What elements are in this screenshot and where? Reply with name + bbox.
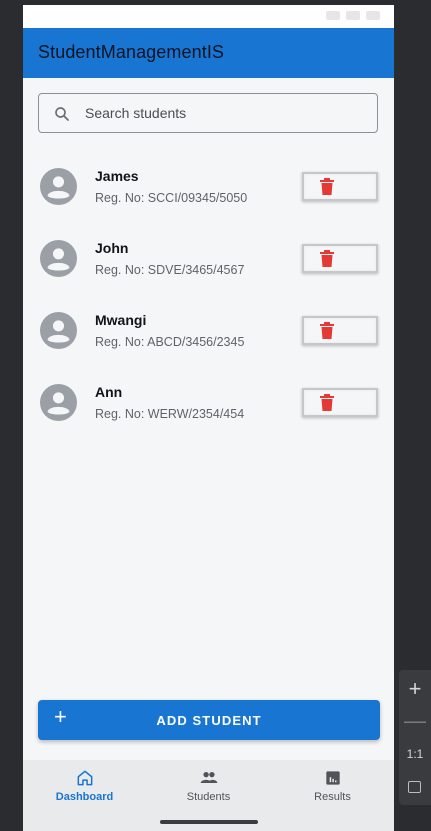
fit-screen-icon[interactable] [408, 781, 421, 793]
student-name: James [95, 168, 139, 184]
status-bar: 11:56 [23, 5, 394, 28]
phone-screen: 11:56 StudentManagementIS James Reg. No:… [23, 5, 394, 831]
student-name: Ann [95, 384, 123, 400]
status-time: 11:56 [37, 10, 64, 22]
nav-label-dashboard: Dashboard [55, 791, 114, 803]
add-student-button[interactable]: + ADD STUDENT [38, 700, 380, 740]
avatar-icon [40, 240, 77, 277]
zoom-ratio[interactable]: 1:1 [399, 747, 431, 761]
trash-icon [320, 394, 334, 411]
wifi-icon [346, 11, 360, 20]
zoom-out-button[interactable]: — [399, 708, 431, 734]
nav-item-results[interactable]: Results [271, 760, 394, 816]
student-name: John [95, 240, 129, 256]
chart-icon [326, 771, 340, 785]
student-reg-no: Reg. No: SCCI/09345/5050 [95, 191, 248, 205]
app-title: StudentManagementIS [38, 42, 225, 62]
add-student-label: ADD STUDENT [156, 713, 262, 728]
search-icon [55, 107, 69, 121]
nav-label-students: Students [186, 791, 231, 803]
app-bar: StudentManagementIS [23, 28, 394, 78]
trash-icon [320, 178, 334, 195]
signal-icon [326, 11, 340, 20]
avatar-icon [40, 312, 77, 349]
status-icons [326, 11, 380, 20]
nav-label-results: Results [314, 791, 351, 803]
trash-icon [320, 250, 334, 267]
list-item[interactable]: Ann Reg. No: WERW/2354/454 [23, 370, 394, 434]
list-item[interactable]: James Reg. No: SCCI/09345/5050 [23, 154, 394, 218]
delete-student-button[interactable] [302, 172, 378, 201]
list-item[interactable]: John Reg. No: SDVE/3465/4567 [23, 226, 394, 290]
search-box[interactable] [38, 93, 378, 133]
nav-item-dashboard[interactable]: Dashboard [23, 760, 146, 816]
zoom-panel: + — 1:1 [399, 670, 431, 805]
trash-icon [320, 322, 334, 339]
zoom-in-button[interactable]: + [399, 676, 431, 702]
delete-student-button[interactable] [302, 316, 378, 345]
list-item[interactable]: Mwangi Reg. No: ABCD/3456/2345 [23, 298, 394, 362]
avatar-icon [40, 168, 77, 205]
student-reg-no: Reg. No: WERW/2354/454 [95, 407, 245, 421]
battery-icon [366, 11, 380, 20]
delete-student-button[interactable] [302, 388, 378, 417]
student-name: Mwangi [95, 312, 147, 328]
student-reg-no: Reg. No: SDVE/3465/4567 [95, 263, 245, 277]
student-reg-no: Reg. No: ABCD/3456/2345 [95, 335, 245, 349]
people-icon [200, 772, 218, 783]
search-input[interactable] [85, 94, 365, 132]
avatar-icon [40, 384, 77, 421]
home-icon [77, 770, 93, 786]
nav-item-students[interactable]: Students [147, 760, 270, 816]
delete-student-button[interactable] [302, 244, 378, 273]
home-indicator[interactable] [160, 820, 258, 824]
